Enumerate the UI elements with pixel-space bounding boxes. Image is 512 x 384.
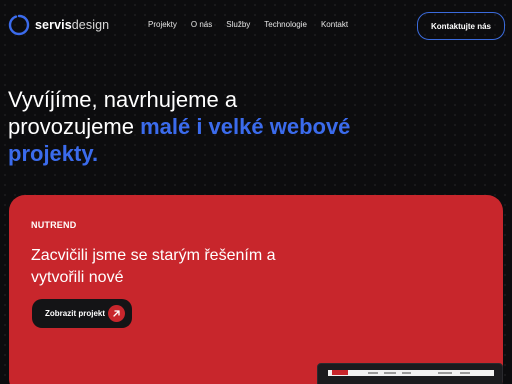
- mockup-nav-line: [438, 372, 452, 374]
- logo-brand-bold: servis: [35, 18, 72, 32]
- mockup-logo: [332, 370, 348, 375]
- mockup-nav-line: [460, 372, 470, 374]
- main-nav: Projekty O nás Služby Technologie Kontak…: [148, 20, 362, 29]
- view-project-label: Zobrazit projekt: [45, 309, 106, 318]
- hero-line-1: Vyvíjíme, navrhujeme a: [8, 87, 238, 112]
- project-screenshot-mockup: [317, 363, 503, 384]
- nav-item-o-nas[interactable]: O nás: [191, 20, 212, 29]
- project-brand: NUTREND: [31, 220, 77, 230]
- site-header: servisdesign Projekty O nás Služby Techn…: [0, 0, 512, 52]
- logo-brand-light: design: [71, 18, 110, 32]
- project-card: NUTREND Zacvičili jsme se starým řešením…: [9, 195, 503, 384]
- nav-item-projekty[interactable]: Projekty: [148, 20, 177, 29]
- project-title: Zacvičili jsme se starým řešením a vytvo…: [31, 247, 276, 286]
- logo-text: servisdesign: [35, 18, 109, 32]
- mockup-nav-line: [368, 372, 378, 374]
- nav-item-sluzby[interactable]: Služby: [226, 20, 250, 29]
- logo-mark-icon: [8, 14, 30, 36]
- nav-item-technologie[interactable]: Technologie: [264, 20, 307, 29]
- hero-heading: Vyvíjíme, navrhujeme a provozujeme malé …: [8, 86, 428, 167]
- hero-line-3-accent: projekty.: [8, 141, 99, 166]
- mockup-nav-line: [402, 372, 411, 374]
- hero-line-2-accent: malé i velké webové: [140, 114, 351, 139]
- hero-line-2-plain: provozujeme: [8, 114, 141, 139]
- arrow-up-right-icon: [108, 305, 125, 322]
- logo[interactable]: servisdesign: [8, 14, 109, 36]
- mockup-nav-line: [384, 372, 396, 374]
- nav-item-kontakt[interactable]: Kontakt: [321, 20, 348, 29]
- contact-button[interactable]: Kontaktujte nás: [417, 12, 505, 40]
- view-project-button[interactable]: Zobrazit projekt: [32, 299, 132, 328]
